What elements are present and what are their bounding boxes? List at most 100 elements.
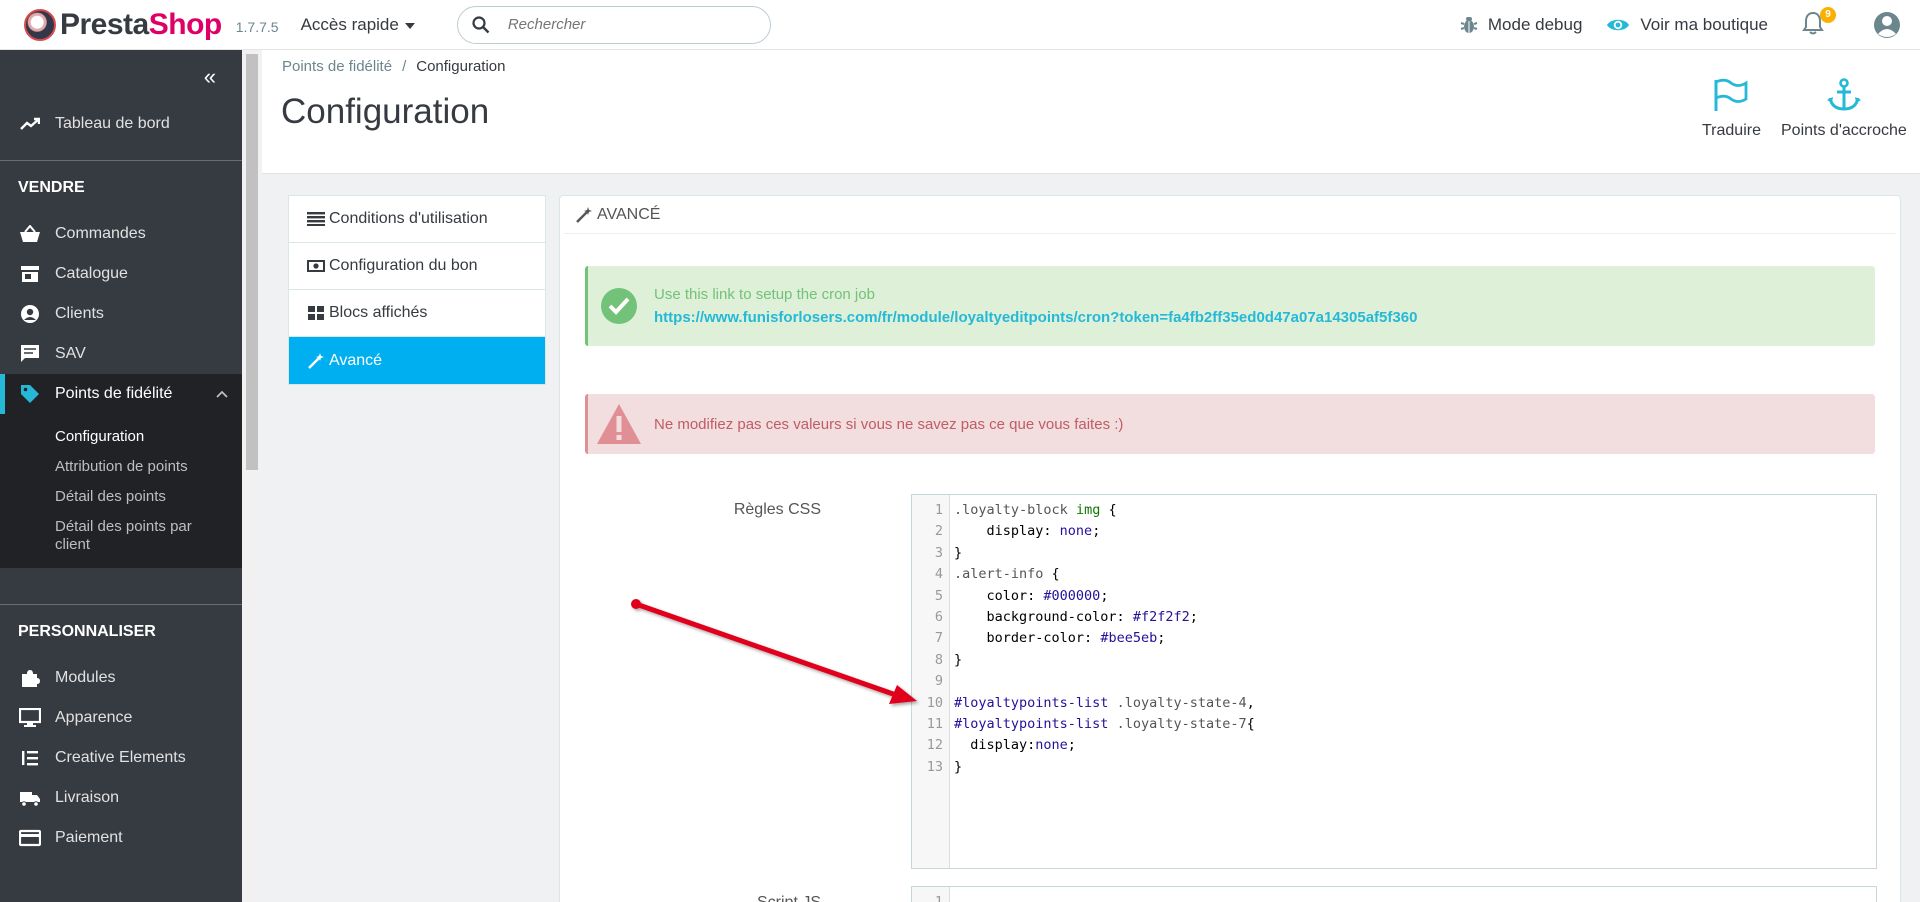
tab-label: Conditions d'utilisation [329,210,488,227]
panel-heading-label: AVANCÉ [597,205,661,223]
breadcrumb-parent-link[interactable]: Points de fidélité [282,58,392,75]
css-code-editor[interactable]: 1 2 3 4 5 6 7 8 9 10 11 12 13 .loyalty-block img { d… [911,494,1877,869]
sidebar-item-loyalty[interactable]: Points de fidélité [0,374,242,414]
tab-label: Avancé [329,351,383,369]
top-header: PrestaShop 1.7.7.5 Accès rapide Mode deb… [0,0,1920,50]
warning-alert: Ne modifiez pas ces valeurs si vous ne s… [585,394,1875,454]
css-code-content[interactable]: .loyalty-block img { display: none;} .ale… [950,495,1255,868]
sidebar-item-customers[interactable]: Clients [0,294,242,334]
line-number: 11 [926,715,943,732]
sidebar-item-support[interactable]: SAV [0,334,242,374]
breadcrumb-current: Configuration [416,58,506,75]
sidebar-scrollbar[interactable] [242,50,262,902]
code-line: } [954,651,963,668]
line-number: 3 [934,544,943,561]
search-icon[interactable] [472,15,490,34]
sidebar-item-label: Modules [55,669,116,686]
sidebar-item-orders[interactable]: Commandes [0,214,242,254]
line-number: 2 [934,523,943,540]
notification-count-badge: 9 [1820,6,1836,23]
debug-mode-link[interactable]: Mode debug [1460,15,1582,35]
js-code-content[interactable] [950,887,954,902]
puzzle-icon [18,666,42,690]
sidebar-item-payment[interactable]: Paiement [0,818,242,858]
sidebar-item-label: SAV [55,345,86,362]
tab-terms[interactable]: Conditions d'utilisation [289,196,545,243]
tab-label: Blocs affichés [329,304,428,321]
code-line: background-color: #f2f2f2; [954,608,1198,625]
cron-info-text: Use this link to setup the cron job [654,286,875,303]
config-tabs: Conditions d'utilisation Configuration d… [288,195,546,385]
bug-icon [1460,16,1478,33]
hooks-label: Points d'accroche [1781,122,1907,139]
scrollbar-thumb[interactable] [246,54,258,470]
quick-access-label: Accès rapide [300,14,399,34]
translate-button[interactable]: Traduire [1702,78,1761,140]
hooks-button[interactable]: Points d'accroche [1781,78,1907,140]
sidebar-item-catalog[interactable]: Catalogue [0,254,242,294]
magic-wand-icon [576,206,592,223]
view-shop-link[interactable]: Voir ma boutique [1606,15,1768,35]
code-line: color: #000000; [954,587,1109,604]
elementor-icon [18,746,42,770]
warning-triangle-icon [596,403,642,445]
cron-info-alert: Use this link to setup the cron job http… [585,266,1875,346]
monitor-icon [18,706,42,730]
chevron-up-icon [216,385,228,403]
store-icon [18,262,42,286]
user-avatar-icon[interactable] [1872,10,1902,40]
trending-up-icon [18,112,42,136]
tab-voucher-config[interactable]: Configuration du bon [289,243,545,290]
sidebar-item-label: Points de fidélité [55,385,173,402]
sidebar-item-creative-elements[interactable]: Creative Elements [0,738,242,778]
panel-heading: AVANCÉ [564,196,1896,234]
money-icon [307,258,325,274]
code-line: display: none; [954,523,1101,540]
js-code-editor[interactable]: 1 [911,886,1877,902]
code-line: #loyaltypoints-list .loyalty-state-7{ [954,715,1255,732]
notifications-button[interactable]: 9 [1802,6,1836,39]
brand-name: PrestaShop [60,7,222,41]
quick-access-dropdown[interactable]: Accès rapide [301,15,415,35]
logo[interactable]: PrestaShop [24,8,222,42]
breadcrumb: Points de fidélité / Configuration [282,58,505,75]
sidebar-item-appearance[interactable]: Apparence [0,698,242,738]
sidebar-item-label: Creative Elements [55,749,186,766]
js-script-label: Script JS [757,894,821,902]
sidebar-item-label: Catalogue [55,265,128,282]
caret-down-icon [404,22,415,29]
line-number: 12 [926,737,943,754]
red-arrow-annotation [631,599,917,704]
submenu-item-points-attribution[interactable]: Attribution de points [0,452,242,482]
loyalty-submenu: Configuration Attribution de points Déta… [0,414,242,568]
code-line: } [954,544,963,561]
line-number: 13 [926,758,943,775]
grid-icon [307,305,325,321]
section-title-customize: PERSONNALISER [0,604,242,658]
basket-icon [18,222,42,246]
code-line: .loyalty-block img { [954,502,1117,518]
anchor-icon [1826,78,1861,111]
cron-link[interactable]: https://www.funisforlosers.com/fr/module… [654,309,1417,326]
search-box[interactable] [456,5,771,44]
tab-label: Configuration du bon [329,257,478,274]
tab-displayed-blocks[interactable]: Blocs affichés [289,290,545,337]
tag-icon [18,382,42,406]
sidebar-item-modules[interactable]: Modules [0,658,242,698]
sidebar: « Tableau de bord VENDRE Commandes Catal… [0,50,242,902]
submenu-item-points-detail[interactable]: Détail des points [0,482,242,512]
eye-icon [1607,19,1630,30]
search-input[interactable] [507,16,748,33]
sidebar-item-shipping[interactable]: Livraison [0,778,242,818]
collapse-sidebar-icon[interactable]: « [204,64,216,90]
submenu-item-configuration[interactable]: Configuration [0,422,242,452]
submenu-item-points-by-client[interactable]: Détail des points par client [0,512,242,560]
line-number: 1 [934,502,943,518]
list-icon [307,211,325,227]
code-line: #loyaltypoints-list .loyalty-state-4, [954,694,1255,711]
chat-icon [18,342,42,366]
advanced-panel: AVANCÉ Use this link to setup the cron j… [559,195,1901,902]
sidebar-item-label: Commandes [55,225,146,242]
tab-advanced[interactable]: Avancé [289,337,545,384]
sidebar-item-dashboard[interactable]: Tableau de bord [0,104,242,144]
